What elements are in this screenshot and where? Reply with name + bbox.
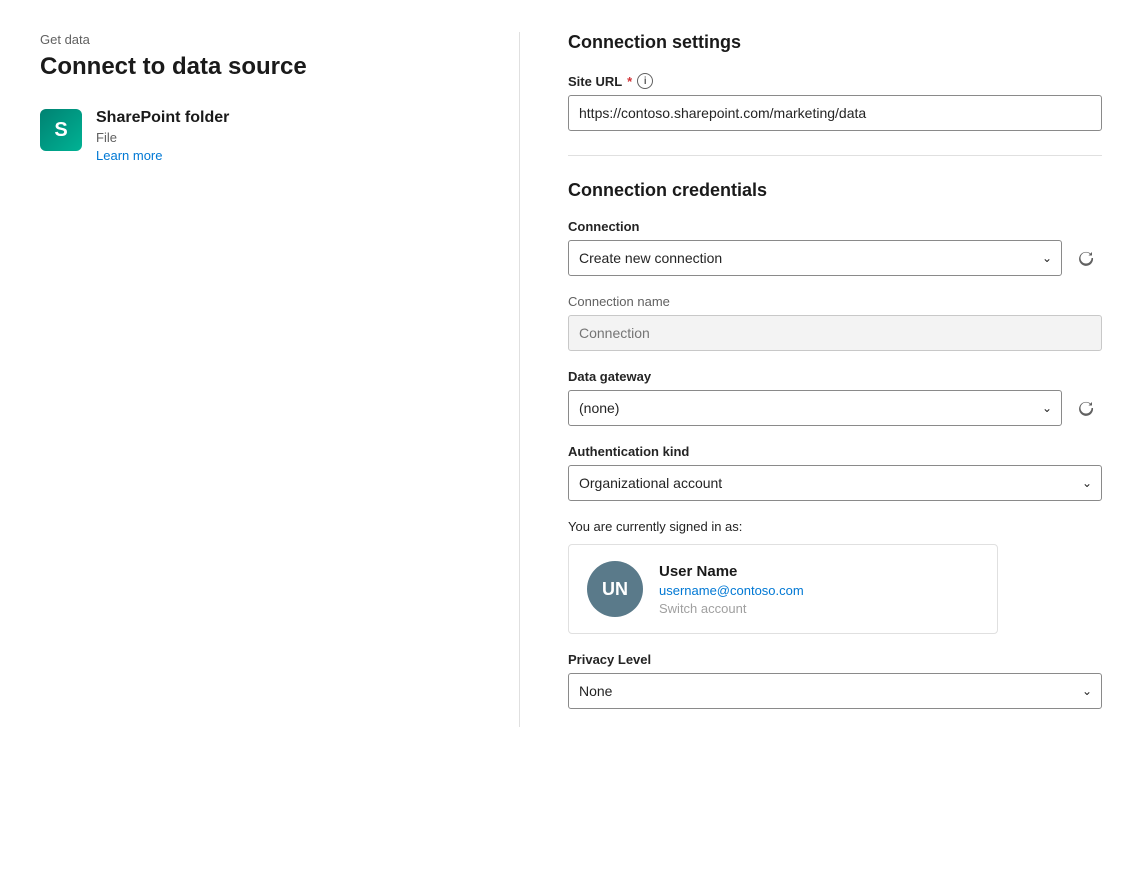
site-url-input[interactable]	[568, 95, 1102, 131]
data-gateway-label: Data gateway	[568, 369, 1102, 384]
privacy-level-select-wrapper: None ⌄	[568, 673, 1102, 709]
connection-name-input[interactable]	[568, 315, 1102, 351]
refresh-icon	[1078, 400, 1094, 416]
site-url-group: Site URL * i	[568, 73, 1102, 131]
avatar: UN	[587, 561, 643, 617]
data-gateway-refresh-button[interactable]	[1070, 392, 1102, 424]
connection-settings-title: Connection settings	[568, 32, 1102, 53]
data-gateway-group: Data gateway (none) ⌄	[568, 369, 1102, 426]
auth-kind-select-wrapper: Organizational account ⌄	[568, 465, 1102, 501]
auth-kind-select[interactable]: Organizational account	[568, 465, 1102, 501]
privacy-level-group: Privacy Level None ⌄	[568, 652, 1102, 709]
connector-details: SharePoint folder File Learn more	[96, 109, 229, 163]
auth-kind-group: Authentication kind Organizational accou…	[568, 444, 1102, 501]
auth-kind-label: Authentication kind	[568, 444, 1102, 459]
privacy-level-select[interactable]: None	[568, 673, 1102, 709]
site-url-label: Site URL * i	[568, 73, 1102, 89]
section-divider	[568, 155, 1102, 156]
data-gateway-select[interactable]: (none)	[568, 390, 1062, 426]
data-gateway-select-wrapper: (none) ⌄	[568, 390, 1062, 426]
learn-more-link[interactable]: Learn more	[96, 148, 229, 163]
connector-type: File	[96, 130, 229, 145]
user-email: username@contoso.com	[659, 583, 804, 598]
page-title: Connect to data source	[40, 53, 479, 81]
signed-in-label: You are currently signed in as:	[568, 519, 1102, 534]
connector-name: SharePoint folder	[96, 109, 229, 127]
connection-name-group: Connection name	[568, 294, 1102, 351]
data-gateway-select-row: (none) ⌄	[568, 390, 1102, 426]
connection-select-wrapper: Create new connection ⌄	[568, 240, 1062, 276]
connection-name-label: Connection name	[568, 294, 1102, 309]
signed-in-group: You are currently signed in as: UN User …	[568, 519, 1102, 634]
connection-label: Connection	[568, 219, 1102, 234]
info-icon[interactable]: i	[637, 73, 653, 89]
privacy-level-label: Privacy Level	[568, 652, 1102, 667]
connection-select[interactable]: Create new connection	[568, 240, 1062, 276]
switch-account-button[interactable]: Switch account	[659, 601, 804, 616]
user-info: User Name username@contoso.com Switch ac…	[659, 563, 804, 616]
required-star: *	[627, 74, 632, 89]
refresh-icon	[1078, 250, 1094, 266]
connection-refresh-button[interactable]	[1070, 242, 1102, 274]
user-card: UN User Name username@contoso.com Switch…	[568, 544, 998, 634]
breadcrumb: Get data	[40, 32, 479, 47]
connection-group: Connection Create new connection ⌄	[568, 219, 1102, 276]
connector-icon: S	[40, 109, 82, 151]
right-panel: Connection settings Site URL * i Connect…	[520, 32, 1102, 727]
connector-info: S SharePoint folder File Learn more	[40, 109, 479, 163]
user-name: User Name	[659, 563, 804, 580]
connection-select-row: Create new connection ⌄	[568, 240, 1102, 276]
connection-credentials-title: Connection credentials	[568, 180, 1102, 201]
